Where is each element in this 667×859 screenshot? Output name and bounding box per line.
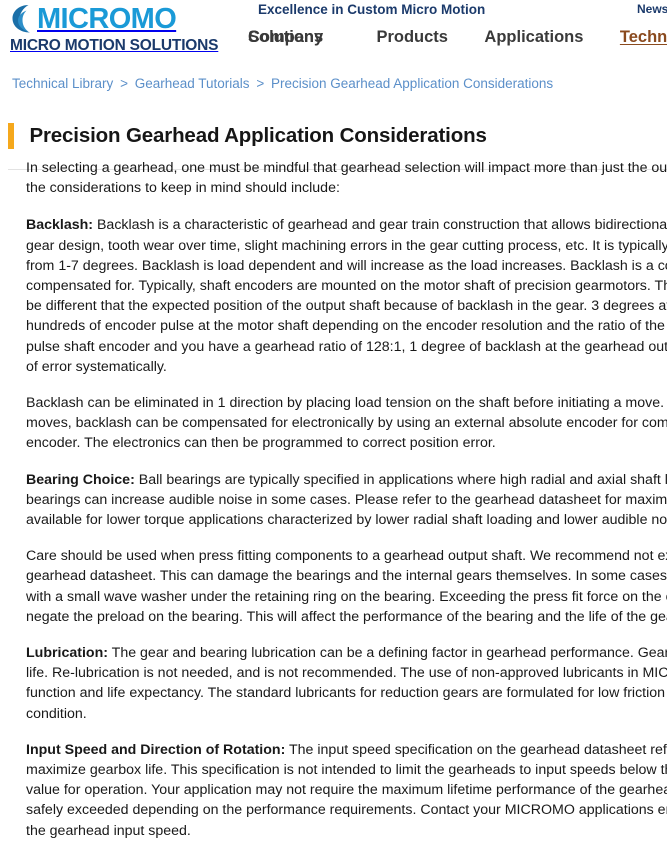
utility-nav: News Careers Contact — [637, 2, 667, 16]
site-logo[interactable]: MICROMO MICRO MOTION SOLUTIONS — [10, 2, 225, 55]
breadcrumb-item-gearhead-tutorials[interactable]: Gearhead Tutorials — [135, 76, 250, 91]
header-tagline: Excellence in Custom Micro Motion — [258, 2, 486, 17]
heading-backlash: Backlash: — [26, 217, 94, 234]
paragraph-lubrication-text: The gear and bearing lubrication can be … — [26, 645, 667, 722]
article-body: In selecting a gearhead, one must be min… — [26, 158, 667, 859]
breadcrumb-item-current: Precision Gearhead Application Considera… — [270, 76, 554, 91]
paragraph-backlash: Backlash: Backlash is a characteristic o… — [26, 215, 667, 377]
main-navigation: Solutions Company Products Applications … — [248, 28, 667, 56]
heading-input-speed: Input Speed and Direction of Rotation: — [26, 741, 286, 758]
page-root: MICROMO MICRO MOTION SOLUTIONS Excellenc… — [0, 0, 667, 859]
paragraph-intro: In selecting a gearhead, one must be min… — [26, 160, 667, 197]
nav-item-products[interactable]: Products — [376, 28, 448, 47]
nav-item-applications[interactable]: Applications — [484, 28, 583, 47]
nav-item-company[interactable]: Company — [248, 28, 323, 47]
page-title: Precision Gearhead Application Considera… — [29, 123, 487, 147]
nav-overlap-group: Solutions Company — [248, 28, 340, 50]
logo-tagline: MICRO MOTION SOLUTIONS — [10, 37, 219, 54]
logo-wordmark: MICROMO — [37, 3, 177, 35]
logo-top-row: MICROMO — [10, 2, 225, 36]
heading-lubrication: Lubrication: — [26, 645, 108, 662]
utility-nav-news[interactable]: News — [637, 2, 667, 16]
breadcrumb-separator: > — [120, 76, 128, 91]
site-header: MICROMO MICRO MOTION SOLUTIONS Excellenc… — [0, 0, 667, 64]
heading-bearing-choice: Bearing Choice: — [26, 471, 135, 488]
paragraph-input-speed: Input Speed and Direction of Rotation: T… — [26, 740, 667, 841]
title-accent-bar — [8, 122, 14, 149]
breadcrumb-item-technical-library[interactable]: Technical Library — [12, 76, 113, 91]
breadcrumb-separator: > — [256, 76, 265, 91]
paragraph-backlash-2: Backlash can be eliminated in 1 directio… — [26, 395, 667, 452]
paragraph-bearing-choice: Bearing Choice: Ball bearings are typica… — [26, 470, 667, 531]
paragraph-backlash-text: Backlash is a characteristic of gearhead… — [26, 217, 667, 375]
breadcrumb: Technical Library > Gearhead Tutorials >… — [12, 76, 553, 91]
nav-item-technical-library[interactable]: Technical Library — [620, 28, 667, 47]
micromo-swoosh-mark-icon — [10, 4, 36, 34]
paragraph-press-fit: Care should be used when press fitting c… — [26, 548, 667, 625]
paragraph-lubrication: Lubrication: The gear and bearing lubric… — [26, 643, 667, 724]
